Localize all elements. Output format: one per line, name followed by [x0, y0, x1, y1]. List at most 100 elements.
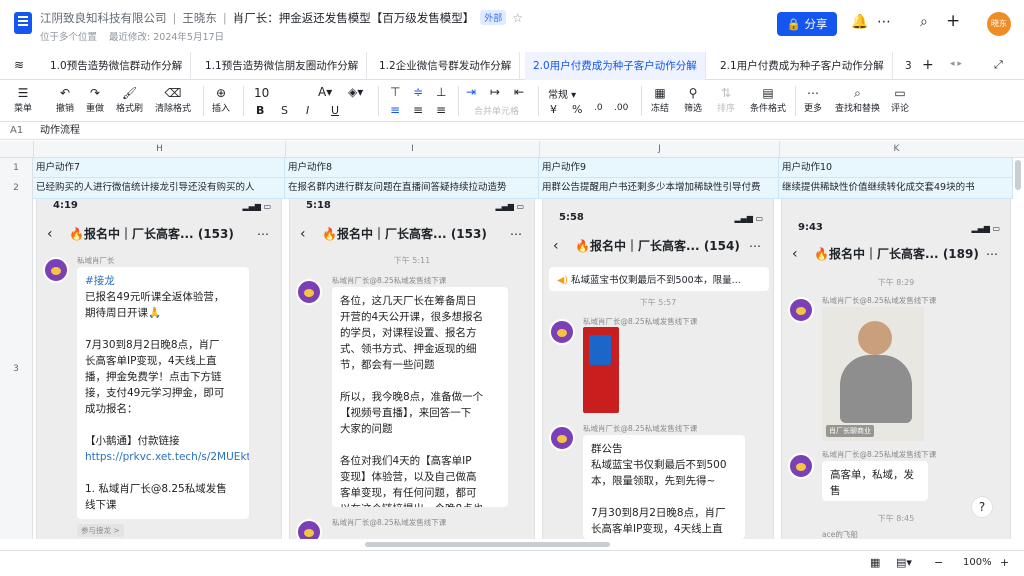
- cell-k1[interactable]: 用户动作10: [779, 158, 1013, 178]
- currency-icon[interactable]: ¥: [550, 103, 557, 116]
- avatar: [296, 519, 322, 539]
- bold-icon[interactable]: B: [256, 104, 264, 117]
- freeze-button[interactable]: ▦ 冻结: [651, 85, 669, 114]
- font-size-select[interactable]: 10: [254, 85, 269, 101]
- row-header-1[interactable]: 1: [0, 158, 33, 178]
- signal-icon: ▂▄▆ ▭: [734, 214, 763, 223]
- more-button[interactable]: ⋯ 更多: [804, 85, 822, 114]
- tab-sheet-3[interactable]: 3: [897, 52, 920, 80]
- align-bottom-icon[interactable]: ⊥: [436, 85, 446, 99]
- menu-button[interactable]: ☰ 菜单: [14, 85, 32, 114]
- decimal-decrease-icon[interactable]: .0: [594, 103, 603, 113]
- filter-button[interactable]: ⚲ 筛选: [684, 85, 702, 114]
- more-icon[interactable]: ⋯: [877, 14, 891, 30]
- more-icon: ⋯: [510, 227, 522, 241]
- chat-screenshot-4[interactable]: 9:43 ▂▄▆ ▭ ‹ 🔥报名中｜厂长高客... (189) ⋯ 下午 8:29 私…: [781, 199, 1011, 539]
- conditional-format-button[interactable]: ▤ 条件格式: [750, 85, 786, 114]
- fill-color-icon[interactable]: ◈▾: [348, 85, 363, 99]
- avatar[interactable]: 晓东: [987, 12, 1011, 36]
- insert-button[interactable]: ⊕ 插入: [212, 85, 230, 114]
- align-center-icon[interactable]: ≡: [413, 103, 423, 117]
- location-text[interactable]: 位于多个位置: [40, 32, 97, 43]
- undo-button[interactable]: ↶ 撤销: [56, 85, 74, 114]
- chat-header: ‹ 🔥报名中｜厂长高客... (153) ⋯: [290, 219, 534, 249]
- underline-icon[interactable]: U: [331, 104, 339, 117]
- merge-cells-button[interactable]: 合并单元格: [474, 104, 519, 117]
- tab-sheet-2-0[interactable]: 2.0用户付费成为种子客户动作分解: [525, 52, 706, 80]
- zoom-in-icon[interactable]: +: [1000, 556, 1009, 569]
- layers-icon[interactable]: ≋: [14, 58, 24, 72]
- tab-sheet-1-0[interactable]: 1.0预告造势微信群动作分解: [42, 52, 192, 80]
- cell-i2[interactable]: 在报名群内进行群友问题在直播间答疑持续拉动造势: [285, 178, 539, 199]
- align-right-icon[interactable]: ≡: [436, 103, 446, 117]
- avatar: [296, 279, 322, 305]
- number-format-select[interactable]: 常规 ▾: [548, 86, 576, 101]
- cell-j1[interactable]: 用户动作9: [539, 158, 779, 178]
- column-header-i[interactable]: I: [285, 141, 539, 158]
- sender-name: 私域肖厂长@8.25私域发售线下课: [332, 518, 447, 527]
- cell-h1[interactable]: 用户动作7: [33, 158, 285, 178]
- format-painter-button[interactable]: 🖌 格式刷: [116, 85, 143, 114]
- vertical-scrollbar[interactable]: [1015, 160, 1021, 190]
- cell-h2[interactable]: 已经购买的人进行微信统计接龙引导还没有购买的人: [33, 178, 285, 199]
- sort-icon: ⇅: [720, 86, 732, 100]
- find-replace-button[interactable]: ⌕ 查找和替换: [835, 85, 880, 114]
- align-top-icon[interactable]: ⊤: [390, 85, 400, 99]
- chat-screenshot-2[interactable]: 5:18 ▂▄▆ ▭ ‹ 🔥报名中｜厂长高客... (153) ⋯ 下午 5:11 私…: [289, 199, 535, 539]
- chat-screenshot-1[interactable]: 4:19 ▂▄▆ ▭ ‹ 🔥报名中｜厂长高客... (153) ⋯ 私域肖厂长 #接龙…: [36, 199, 282, 539]
- tab-sheet-1-1[interactable]: 1.1预告造势微信朋友圈动作分解: [197, 52, 368, 80]
- zoom-level[interactable]: 100%: [963, 557, 992, 568]
- cell-j2[interactable]: 用群公告提醒用户书还剩多少本增加稀缺性引导付费: [539, 178, 779, 199]
- signal-icon: ▂▄▆ ▭: [971, 224, 1000, 233]
- grid-view-icon[interactable]: ▦: [870, 556, 880, 569]
- formula-input[interactable]: 动作流程: [40, 122, 80, 140]
- comment-button[interactable]: ▭ 评论: [891, 85, 909, 114]
- row-header-2[interactable]: 2: [0, 178, 33, 199]
- zoom-out-icon[interactable]: −: [934, 556, 943, 569]
- doc-logo-icon[interactable]: [14, 12, 32, 34]
- strikethrough-icon[interactable]: S: [281, 104, 288, 117]
- breadcrumb-owner[interactable]: 王晓东: [182, 11, 217, 25]
- expand-icon[interactable]: ⤢: [994, 58, 1003, 72]
- decimal-increase-icon[interactable]: .00: [614, 103, 628, 113]
- bell-icon[interactable]: 🔔: [851, 14, 868, 30]
- sort-button[interactable]: ⇅ 排序: [717, 85, 735, 114]
- italic-icon[interactable]: I: [306, 104, 309, 117]
- status-bar: 5:58 ▂▄▆ ▭: [543, 211, 773, 231]
- breadcrumb-company[interactable]: 江阴致良知科技有限公司: [40, 11, 167, 25]
- overflow-icon[interactable]: ↦: [490, 85, 500, 99]
- wrap-icon[interactable]: ⇥: [466, 85, 476, 99]
- font-color-icon[interactable]: A▾: [318, 85, 332, 99]
- sheet-tab-bar: ≋ 1.0预告造势微信群动作分解 1.1预告造势微信朋友圈动作分解 1.2企业微…: [0, 52, 1024, 80]
- sender-name: 私域肖厂长@8.25私域发售线下课: [583, 424, 698, 433]
- cell-k2[interactable]: 继续提供稀缺性价值继续转化成交套49块的书: [779, 178, 1013, 199]
- search-icon[interactable]: ⌕: [920, 14, 928, 30]
- tab-sheet-1-2[interactable]: 1.2企业微信号群发动作分解: [371, 52, 521, 80]
- row-header-3[interactable]: 3: [0, 199, 33, 539]
- layout-icon[interactable]: ▤▾: [896, 556, 912, 569]
- column-header-k[interactable]: K: [779, 141, 1013, 158]
- cell-reference[interactable]: A1: [10, 122, 23, 140]
- redo-button[interactable]: ↷ 重做: [86, 85, 104, 114]
- brush-icon: 🖌: [121, 86, 138, 100]
- cell-i1[interactable]: 用户动作8: [285, 158, 539, 178]
- align-left-icon[interactable]: ≡: [390, 103, 400, 117]
- horizontal-scrollbar[interactable]: [365, 542, 610, 547]
- plus-icon[interactable]: +: [946, 11, 960, 31]
- doc-meta: 位于多个位置 最近修改: 2024年5月17日: [40, 29, 236, 43]
- star-icon[interactable]: ☆: [512, 11, 523, 25]
- clip-icon[interactable]: ⇤: [514, 85, 524, 99]
- tab-scroll-icon[interactable]: ◂ ▸: [950, 59, 962, 69]
- sender-name: 私域肖厂长@8.25私域发售线下课: [822, 296, 937, 305]
- doc-title[interactable]: 肖厂长：押金返还发售模型【百万级发售模型】: [233, 11, 475, 25]
- column-header-h[interactable]: H: [33, 141, 285, 158]
- chat-screenshot-3[interactable]: 5:58 ▂▄▆ ▭ ‹ 🔥报名中｜厂长高客... (154) ⋯ ◀) 私域蓝宝书仅…: [542, 199, 774, 539]
- column-header-j[interactable]: J: [539, 141, 779, 158]
- help-button[interactable]: ?: [971, 496, 993, 518]
- share-button[interactable]: 🔒 分享: [777, 12, 837, 36]
- align-middle-icon[interactable]: ≑: [413, 85, 423, 99]
- percent-icon[interactable]: %: [572, 103, 582, 116]
- clear-format-button[interactable]: ⌫ 清除格式: [155, 85, 191, 114]
- tab-sheet-2-1[interactable]: 2.1用户付费成为种子客户动作分解: [712, 52, 893, 80]
- add-sheet-icon[interactable]: +: [922, 57, 934, 73]
